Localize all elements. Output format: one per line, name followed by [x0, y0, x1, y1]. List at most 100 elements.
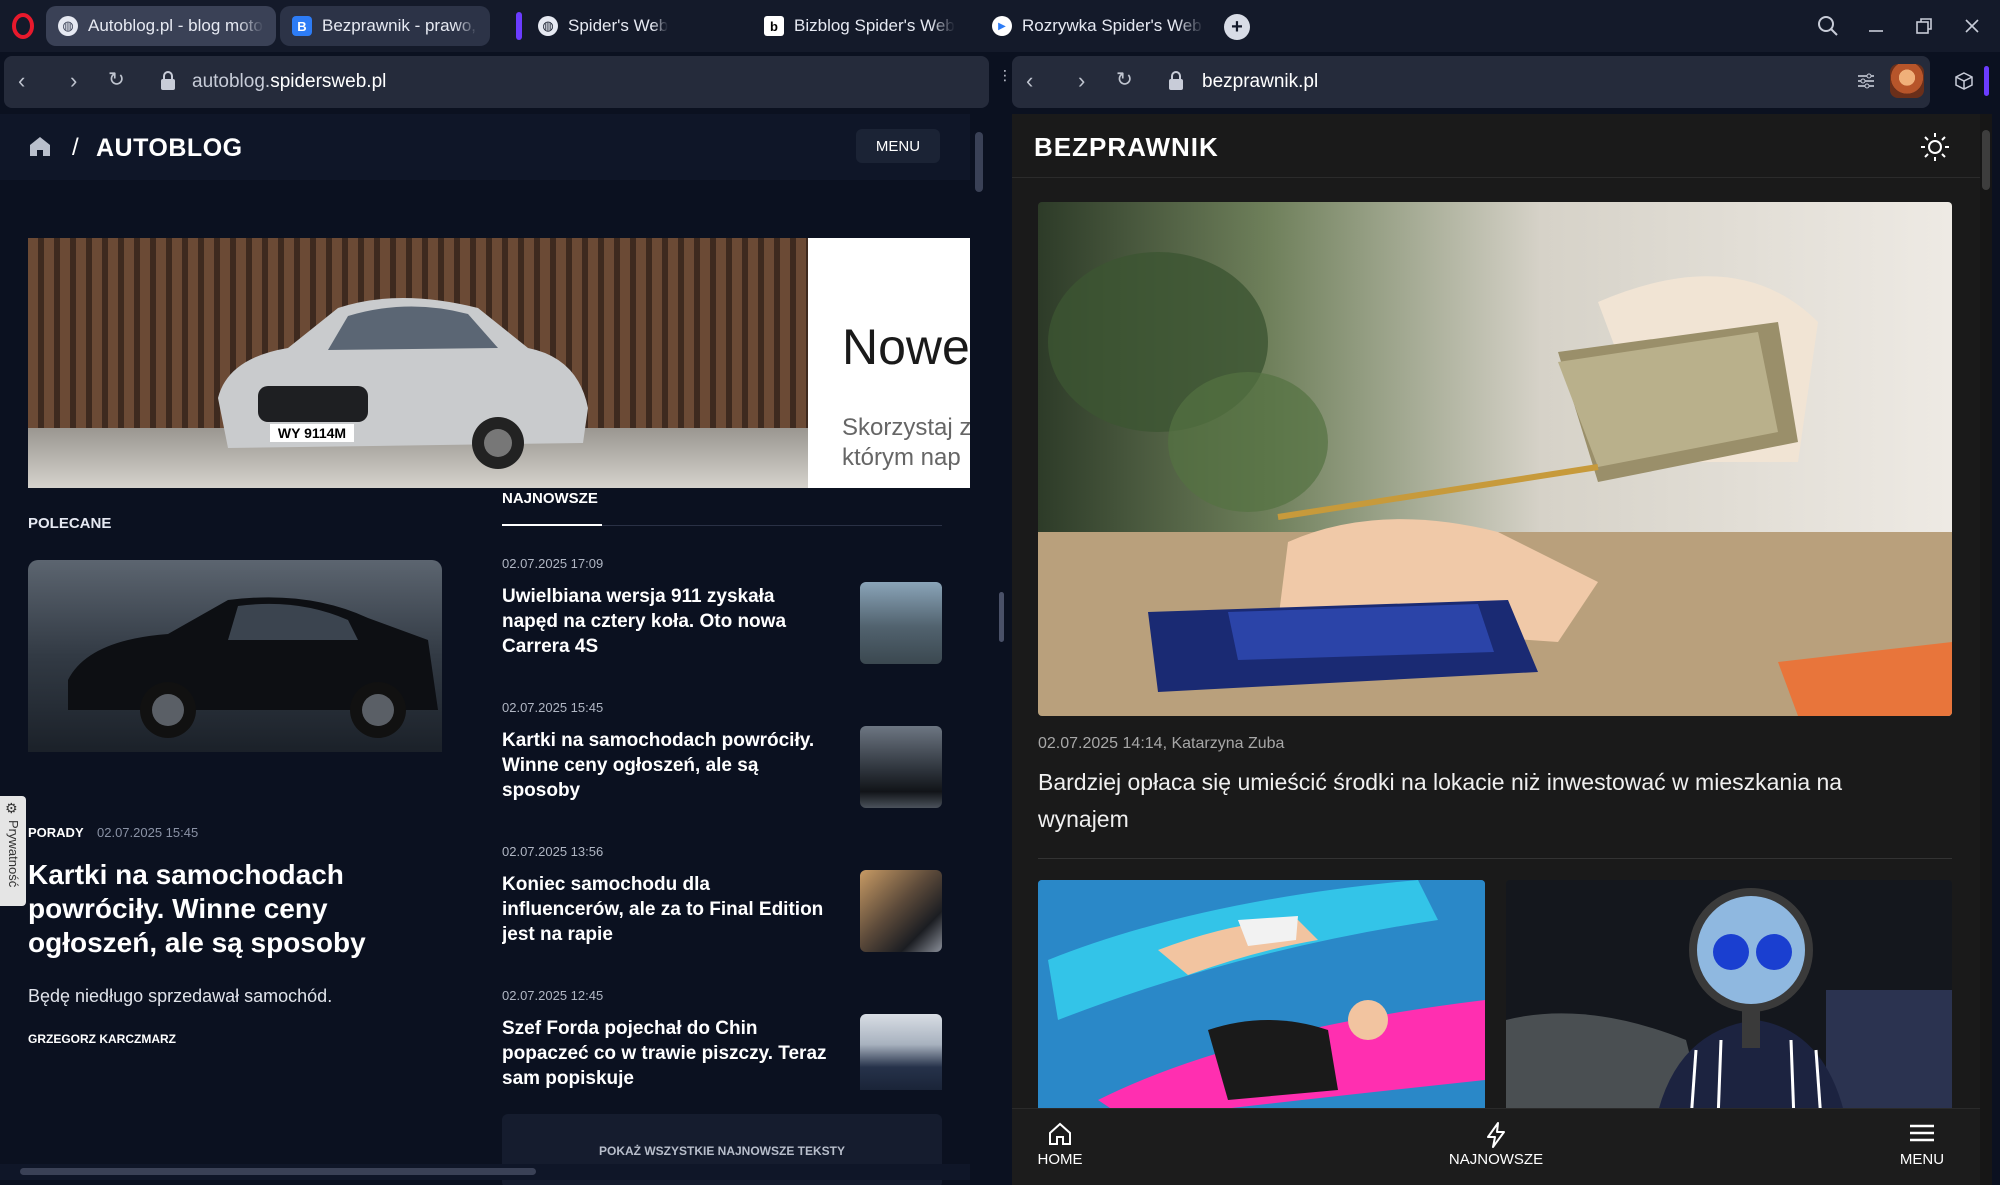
license-plate-text: WY 9114M [278, 425, 346, 441]
item-thumbnail[interactable] [860, 870, 942, 952]
item-thumbnail[interactable] [860, 1014, 942, 1090]
site-brand[interactable]: AUTOBLOG [96, 134, 243, 163]
site-header: / AUTOBLOG MENU [0, 114, 970, 180]
scrollbar-vertical[interactable] [972, 114, 986, 1154]
tab-group-indicator [516, 12, 522, 40]
ad-body-1: Skorzystaj z [842, 414, 970, 441]
list-item[interactable]: 02.07.2025 17:09 Uwielbiana wersja 911 z… [502, 534, 942, 674]
ad-text-panel: Nowe Skorzystaj z którym nap [808, 238, 970, 488]
restore-button[interactable] [1910, 12, 1938, 40]
forward-icon[interactable]: › [70, 70, 77, 92]
list-item[interactable]: 02.07.2025 15:45 Kartki na samochodach p… [502, 678, 942, 818]
article-meta: 02.07.2025 14:14, Katarzyna Zuba [1038, 735, 1285, 752]
home-icon[interactable] [28, 134, 52, 163]
featured-image[interactable] [28, 560, 442, 752]
item-title[interactable]: Koniec samochodu dla influencerów, ale z… [502, 872, 828, 947]
ad-body-2: którym nap [842, 444, 961, 471]
left-webpage: / AUTOBLOG MENU WY 9114M Nowe Skorzystaj… [0, 114, 990, 1185]
bizblog-favicon-icon: b [764, 16, 784, 36]
item-title[interactable]: Uwielbiana wersja 911 zyskała napęd na c… [502, 584, 828, 659]
hero-image[interactable] [1038, 202, 1952, 716]
reload-icon[interactable]: ↻ [1116, 70, 1133, 90]
featured-category[interactable]: PORADY [28, 825, 84, 840]
item-thumbnail[interactable] [860, 582, 942, 664]
featured-author[interactable]: GRZEGORZ KARCZMARZ [28, 1032, 176, 1046]
split-view-divider[interactable] [994, 114, 1010, 1185]
globe-icon: ◍ [538, 16, 558, 36]
item-date: 02.07.2025 13:56 [502, 844, 604, 859]
article-thumbnail[interactable] [1038, 880, 1485, 1120]
featured-title[interactable]: Kartki na samochodach powróciły. Winne c… [28, 858, 408, 960]
tab-bezprawnik[interactable]: B Bezprawnik - prawo, biznes [280, 6, 490, 46]
nav-home[interactable]: HOME [1030, 1121, 1090, 1177]
tab-bizblog[interactable]: b Bizblog Spider's Web [752, 6, 972, 46]
lock-icon [1168, 71, 1184, 96]
list-item[interactable]: 02.07.2025 13:56 Koniec samochodu dla in… [502, 822, 942, 962]
site-brand[interactable]: BEZPRAWNIK [1034, 132, 1219, 163]
page-settings-icon[interactable] [1856, 71, 1876, 96]
tab-autoblog[interactable]: ◍ Autoblog.pl - blog motoryzacyjny [46, 6, 276, 46]
split-drag-handle[interactable]: ⋮ [998, 68, 1012, 90]
profile-avatar[interactable] [1890, 64, 1924, 98]
breadcrumb-slash: / [72, 134, 79, 161]
back-icon[interactable]: ‹ [18, 70, 25, 92]
list-item[interactable]: 02.07.2025 12:45 Szef Forda pojechał do … [502, 966, 942, 1090]
privacy-settings-tab[interactable]: ⚙ Prywatność [0, 796, 26, 906]
sun-icon[interactable] [1920, 132, 1950, 167]
right-webpage: BEZPRAWNIK 02.07.2025 14:14, Katarzyna Z… [1012, 114, 1992, 1185]
latest-heading-underline [502, 524, 602, 526]
reload-icon[interactable]: ↻ [108, 70, 125, 90]
item-date: 02.07.2025 12:45 [502, 988, 604, 1003]
item-date: 02.07.2025 15:45 [502, 700, 604, 715]
url-text[interactable]: autoblog.spidersweb.pl [192, 71, 386, 93]
ad-headline: Nowe [842, 319, 970, 375]
browser-titlebar: ◍ Autoblog.pl - blog motoryzacyjny B Bez… [0, 0, 2000, 52]
home-icon [1030, 1121, 1090, 1151]
lightning-icon [1436, 1121, 1556, 1151]
extensions-cube-icon[interactable] [1950, 66, 1978, 96]
tab-spidersweb[interactable]: ◍ Spider's Web [526, 6, 746, 46]
nav-label: NAJNOWSZE [1448, 1151, 1544, 1168]
forward-icon[interactable]: › [1078, 70, 1085, 92]
opera-logo-icon[interactable] [10, 12, 36, 40]
item-thumbnail[interactable] [860, 726, 942, 808]
latest-list: 02.07.2025 17:09 Uwielbiana wersja 911 z… [502, 534, 942, 1185]
scrollbar-thumb[interactable] [975, 132, 983, 192]
scrollbar-thumb[interactable] [1982, 130, 1990, 190]
divider-handle[interactable] [999, 592, 1004, 642]
bezprawnik-favicon-icon: B [292, 16, 312, 36]
nav-latest[interactable]: NAJNOWSZE [1436, 1121, 1556, 1177]
search-icon[interactable] [1814, 12, 1842, 40]
close-button[interactable] [1958, 12, 1986, 40]
left-address-bar: ‹ › ↻ autoblog.spidersweb.pl [4, 56, 989, 108]
lock-icon [160, 71, 176, 96]
latest-heading: NAJNOWSZE [502, 490, 598, 507]
hamburger-icon [1892, 1121, 1952, 1151]
new-tab-button[interactable]: + [1224, 14, 1250, 40]
site-header: BEZPRAWNIK [1012, 114, 1980, 178]
nav-menu[interactable]: MENU [1892, 1121, 1952, 1177]
car-illustration: WY 9114M [218, 298, 588, 469]
globe-icon: ◍ [58, 16, 78, 36]
url-text[interactable]: bezprawnik.pl [1202, 71, 1318, 93]
url-domain: spidersweb.pl [270, 71, 387, 92]
item-date: 02.07.2025 17:09 [502, 556, 604, 571]
scrollbar-vertical[interactable] [1980, 114, 1992, 1185]
back-icon[interactable]: ‹ [1026, 70, 1033, 92]
tab-rozrywka[interactable]: ▶ Rozrywka Spider's Web - Ciekawostki [980, 6, 1216, 46]
ad-banner[interactable]: WY 9114M Nowe Skorzystaj z którym nap [28, 238, 970, 488]
scrollbar-horizontal[interactable] [0, 1164, 970, 1180]
item-title[interactable]: Kartki na samochodach powróciły. Winne c… [502, 728, 828, 803]
minimize-button[interactable] [1862, 12, 1890, 40]
privacy-label: Prywatność [6, 820, 21, 888]
article-thumbnail[interactable] [1506, 880, 1952, 1120]
nav-label: MENU [1899, 1151, 1945, 1168]
item-title[interactable]: Szef Forda pojechał do Chin popaczeć co … [502, 1016, 842, 1090]
nav-label: HOME [1037, 1151, 1083, 1168]
scrollbar-thumb[interactable] [20, 1168, 536, 1175]
menu-button[interactable]: MENU [856, 129, 940, 163]
featured-lead: Będę niedługo sprzedawał samochód. [28, 986, 333, 1006]
bottom-navigation: HOME NAJNOWSZE MENU [1012, 1108, 1980, 1185]
article-title[interactable]: Bardziej opłaca się umieścić środki na l… [1038, 764, 1938, 838]
featured-date: 02.07.2025 15:45 [97, 825, 199, 840]
